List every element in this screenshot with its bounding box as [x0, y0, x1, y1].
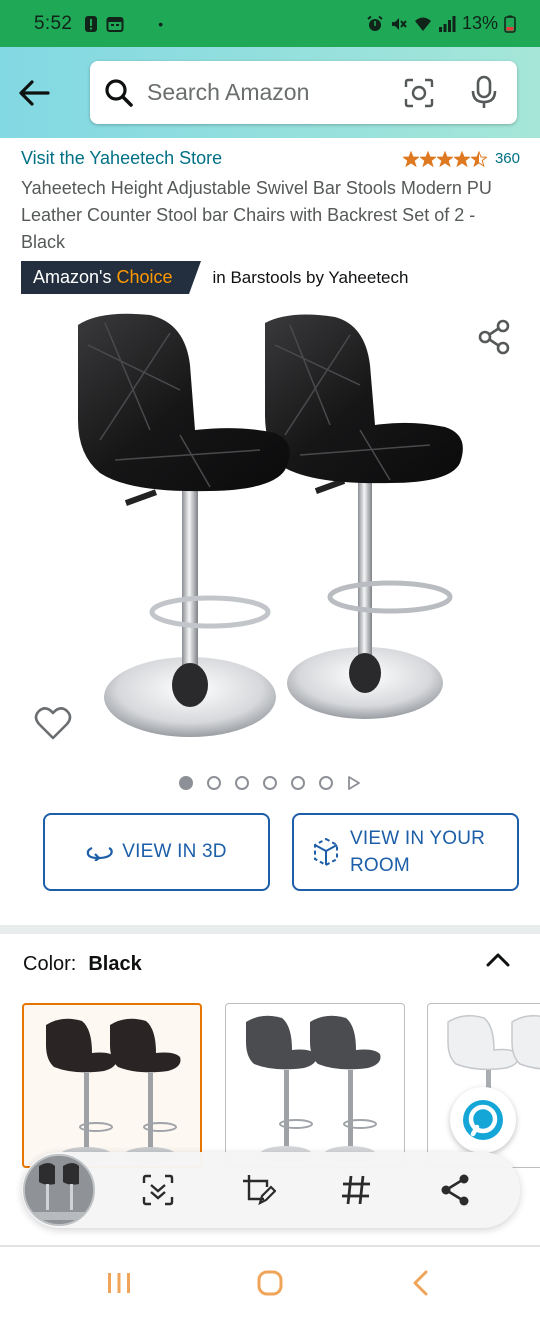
view-in-3d-label: VIEW IN 3D [122, 841, 227, 862]
amazons-choice-badge[interactable]: Amazon's Choice in Barstools by Yaheetec… [21, 261, 408, 294]
back-icon[interactable] [408, 1270, 434, 1296]
choice-prefix: Amazon's [33, 267, 112, 287]
color-label: Color: [23, 953, 77, 975]
battery-text: 13% [461, 13, 498, 33]
star-icon [419, 150, 436, 167]
hashtag-icon[interactable] [338, 1172, 374, 1208]
gallery-dot[interactable] [235, 776, 249, 790]
heart-icon[interactable] [34, 705, 72, 741]
alexa-icon [463, 1100, 503, 1140]
gallery-dot[interactable] [319, 776, 333, 790]
store-link[interactable]: Visit the Yaheetech Store [21, 148, 222, 169]
search-icon[interactable] [104, 78, 134, 108]
alexa-button[interactable] [450, 1087, 516, 1153]
product-image[interactable] [60, 305, 480, 750]
view-in-room-label: VIEW IN YOUR ROOM [350, 828, 486, 876]
battery-icon [504, 15, 516, 33]
star-icon [453, 150, 470, 167]
rotate-3d-icon [87, 846, 114, 861]
color-swatch-black[interactable] [22, 1003, 202, 1168]
search-header [0, 47, 540, 138]
star-icon [470, 150, 487, 167]
gallery-dot[interactable] [179, 776, 193, 790]
color-selector-header: Color: Black [23, 953, 142, 976]
screenshot-thumbnail[interactable] [23, 1154, 95, 1226]
choice-tail [188, 261, 201, 294]
view-in-3d-button[interactable]: VIEW IN 3D [43, 813, 270, 891]
gallery-dot[interactable] [291, 776, 305, 790]
color-swatch-grey[interactable] [225, 1003, 405, 1168]
alarm-icon [367, 15, 383, 31]
wifi-icon [414, 17, 431, 31]
scan-icon[interactable] [140, 1172, 176, 1208]
chevron-up-icon[interactable] [484, 948, 512, 972]
thumbnail-image [25, 1156, 93, 1224]
swatch-black-image [46, 1018, 181, 1163]
calendar-icon [106, 16, 124, 32]
share-icon[interactable] [476, 318, 512, 356]
status-time: 5:52 [34, 12, 73, 34]
search-input[interactable] [147, 79, 387, 106]
notification-dot: • [158, 15, 164, 32]
choice-category: in Barstools by Yaheetech [212, 267, 409, 287]
rating-count[interactable]: 360 [495, 150, 520, 167]
home-icon[interactable] [257, 1270, 283, 1296]
recent-apps-icon[interactable] [106, 1271, 132, 1295]
stool-right [265, 314, 463, 719]
gallery-indicator [0, 776, 540, 790]
play-icon[interactable] [347, 776, 361, 790]
star-rating [402, 150, 487, 167]
mute-icon [391, 17, 407, 30]
notification-icons [82, 15, 124, 33]
search-bar[interactable] [90, 61, 517, 124]
system-icons: 13% [366, 13, 516, 34]
signal-icon [438, 15, 456, 32]
back-button[interactable] [14, 73, 54, 113]
gallery-dot[interactable] [263, 776, 277, 790]
gallery-dot[interactable] [207, 776, 221, 790]
rating[interactable]: 360 [402, 150, 520, 167]
star-icon [402, 150, 419, 167]
edit-crop-icon[interactable] [240, 1172, 276, 1208]
product-title: Yaheetech Height Adjustable Swivel Bar S… [21, 178, 492, 252]
section-divider [0, 925, 540, 934]
ar-cube-icon [314, 837, 338, 867]
status-bar: 5:52 • 13% [0, 0, 540, 47]
color-value: Black [88, 953, 142, 975]
arrow-left-icon [19, 80, 50, 106]
view-in-room-button[interactable]: VIEW IN YOUR ROOM [292, 813, 519, 891]
alert-icon [85, 15, 98, 32]
content-divider [0, 1245, 540, 1247]
choice-label: Amazon's Choice [21, 261, 189, 294]
star-icon [436, 150, 453, 167]
screenshot-toolbar [22, 1152, 520, 1228]
share-icon[interactable] [437, 1172, 473, 1208]
stool-left [78, 313, 290, 737]
choice-highlight: Choice [116, 267, 173, 287]
camera-lens-icon[interactable] [403, 77, 435, 109]
system-nav-bar [0, 1248, 540, 1320]
microphone-icon[interactable] [469, 75, 499, 109]
swatch-grey-image [246, 1015, 381, 1162]
